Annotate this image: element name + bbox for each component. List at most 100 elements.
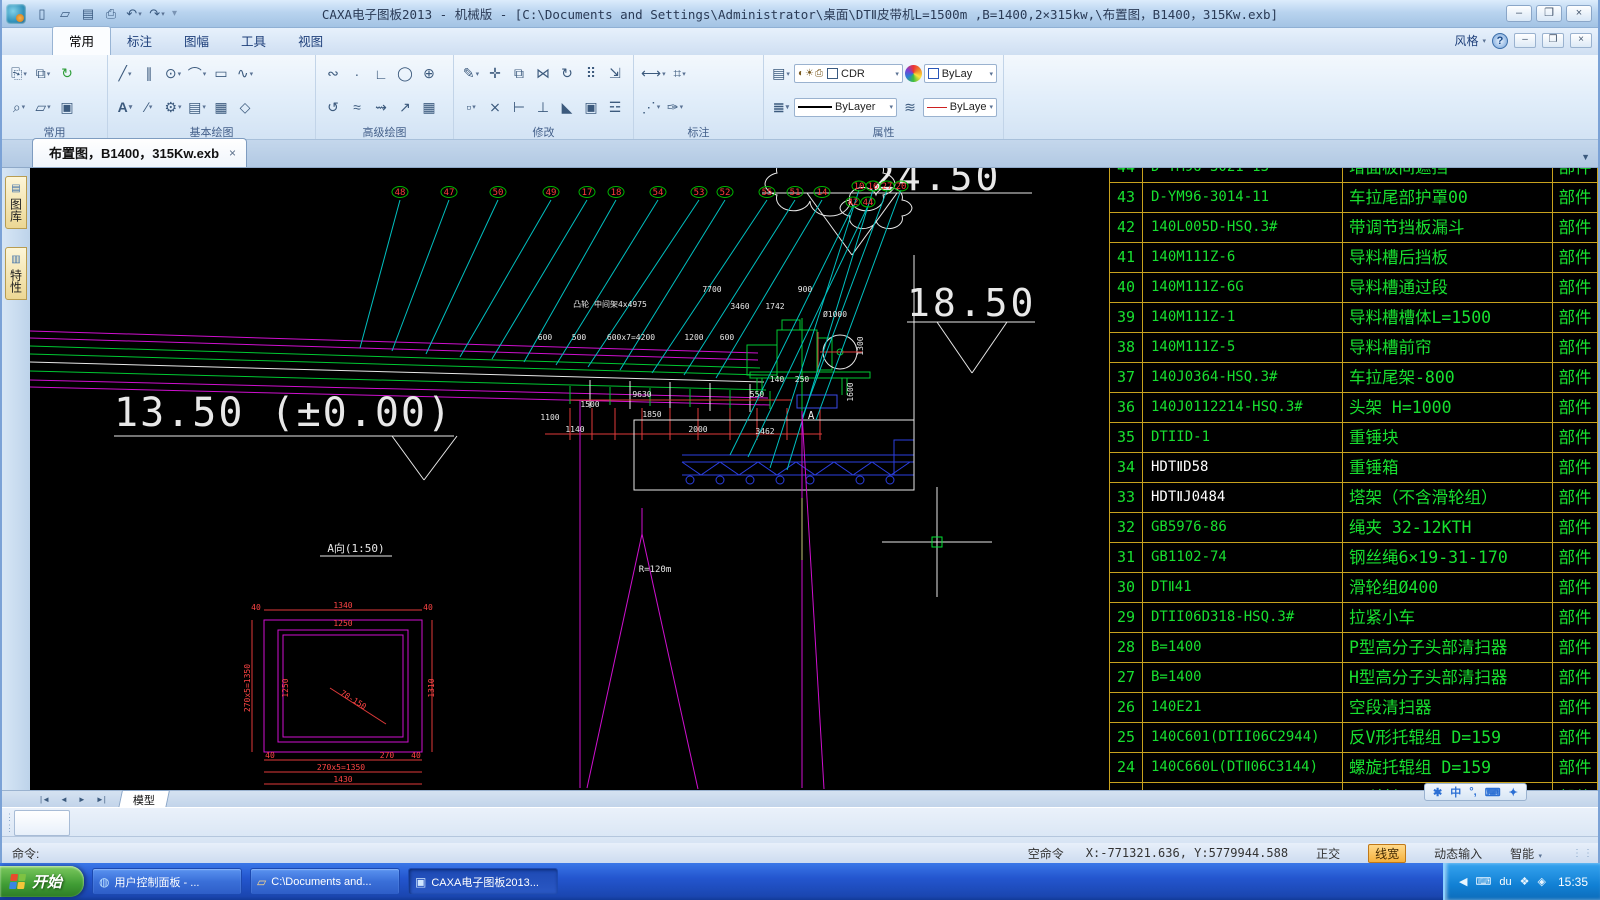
layer-tool[interactable]: ▤▾ (770, 63, 792, 85)
ime-settings-icon[interactable]: ✦ (1509, 786, 1518, 799)
hatch-tool[interactable]: ▦ (210, 96, 232, 118)
formula-tool[interactable]: ⇝ (370, 96, 392, 118)
line-tool[interactable]: ╱▾ (114, 63, 136, 85)
tab-close-icon[interactable]: × (229, 146, 236, 160)
circle-tool[interactable]: ⊙▾ (162, 63, 184, 85)
array-tool[interactable]: ⠿ (580, 63, 602, 85)
point-tool[interactable]: ∙ (346, 63, 368, 85)
redo-icon[interactable]: ↷▾ (147, 4, 167, 24)
symbol-tool[interactable]: ▤▾ (186, 96, 208, 118)
color-wheel-icon[interactable] (905, 65, 922, 82)
paste-button[interactable]: ⎘▾ (8, 63, 30, 85)
block-tool[interactable]: ⚙▾ (162, 96, 184, 118)
stretch-tool[interactable]: ▫▾ (460, 96, 482, 118)
ime-toolbar[interactable]: ✱ 中 °, ⌨ ✦ (1424, 783, 1527, 801)
tab-view[interactable]: 视图 (282, 27, 339, 55)
command-panel[interactable]: ⋮⋮ (2, 807, 1598, 843)
tab-tools[interactable]: 工具 (225, 27, 282, 55)
start-button[interactable]: 开始 (0, 866, 84, 897)
ime-keyboard-icon[interactable]: ⌨ (1485, 786, 1501, 799)
parallel-tool[interactable]: ∥ (138, 63, 160, 85)
ime-punct-icon[interactable]: °, (1469, 786, 1476, 798)
style-menu[interactable]: 风格▾ (1454, 32, 1486, 49)
new-file-icon[interactable]: ▯ (32, 4, 52, 24)
doc-restore-button[interactable]: ❐ (1542, 33, 1564, 48)
table-tool[interactable]: ▦ (418, 96, 440, 118)
ortho-toggle[interactable]: 正交 (1310, 845, 1346, 862)
mirror-tool[interactable]: ⋈ (532, 63, 554, 85)
tab-list-dropdown-icon[interactable]: ▼ (1581, 152, 1590, 162)
ime-tray-label[interactable]: du (1499, 876, 1511, 888)
linetype-combo[interactable]: ByLayer▾ (794, 98, 897, 117)
ellipse-tool[interactable]: ◯ (394, 63, 416, 85)
taskbar-item-control-panel[interactable]: ◍ 用户控制面板 - ... (92, 868, 242, 895)
extend-tool[interactable]: ⊢ (508, 96, 530, 118)
save-icon[interactable]: ▤ (78, 4, 98, 24)
app-logo-icon[interactable] (6, 4, 26, 24)
tab-common[interactable]: 常用 (52, 26, 111, 55)
label-tool[interactable]: ⌗▾ (669, 63, 691, 85)
command-prompt[interactable]: 命令: (12, 845, 39, 862)
dynamic-input-toggle[interactable]: 动态输入 (1428, 845, 1488, 862)
drawing-canvas[interactable]: 24.50 18.50 13.50 (±0.00) (30, 168, 1598, 790)
arc-tool[interactable]: ⌒▾ (186, 63, 208, 85)
revolve-tool[interactable]: ↺ (322, 96, 344, 118)
model-tab[interactable]: 模型 (118, 790, 170, 809)
explode-tool[interactable]: ☲ (604, 96, 626, 118)
tab-sheet[interactable]: 图幅 (168, 27, 225, 55)
dim-edit-tool[interactable]: ✑▾ (664, 96, 686, 118)
print-icon[interactable]: ⎙ (101, 4, 121, 24)
open-file-icon[interactable]: ▱ (55, 4, 75, 24)
text-tool[interactable]: A▾ (114, 96, 136, 118)
break-tool[interactable]: ⊥ (532, 96, 554, 118)
spline-tool[interactable]: ∿▾ (234, 63, 256, 85)
rotate-tool[interactable]: ↻ (556, 63, 578, 85)
wave-tool[interactable]: ≈ (346, 96, 368, 118)
move-tool[interactable]: ✛ (484, 63, 506, 85)
volume-icon[interactable]: ❖ (1520, 875, 1530, 888)
restore-button[interactable]: ❐ (1536, 5, 1562, 22)
rectangle-tool[interactable]: ▭ (210, 63, 232, 85)
linestyle-tool[interactable]: ≋ (899, 96, 921, 118)
tab-annotate[interactable]: 标注 (111, 27, 168, 55)
tray-collapse-icon[interactable]: ◀ (1459, 875, 1467, 888)
sidebar-tab-properties[interactable]: ▥ 特性 (5, 247, 27, 300)
copy-obj-tool[interactable]: ⧉ (508, 63, 530, 85)
contour-tool[interactable]: ◇ (234, 96, 256, 118)
make-block-tool[interactable]: ▣ (580, 96, 602, 118)
refresh-button[interactable]: ↻ (56, 63, 78, 85)
axis-tool[interactable]: ∟ (370, 63, 392, 85)
chamfer-tool[interactable]: ◣ (556, 96, 578, 118)
help-icon[interactable]: ? (1492, 33, 1508, 49)
close-button[interactable]: × (1566, 5, 1592, 22)
layer-combo[interactable]: ◐☀⎙ CDR▾ (794, 64, 903, 83)
linecolor-combo[interactable]: ByLaye▾ (923, 98, 997, 117)
prev-sheet-icon[interactable]: ◄ (56, 795, 72, 804)
linewidth-toggle[interactable]: 线宽 (1368, 844, 1406, 863)
undo-icon[interactable]: ↶▾ (124, 4, 144, 24)
scale-tool[interactable]: ⇲ (604, 63, 626, 85)
document-tab[interactable]: 布置图，B1400，315Kw.exb × (32, 138, 247, 167)
display-button[interactable]: ▣ (56, 96, 78, 118)
first-sheet-icon[interactable]: |◄ (36, 795, 54, 804)
snap-mode-dropdown[interactable]: 智能 ▾ (1510, 845, 1542, 862)
minimize-button[interactable]: – (1506, 5, 1532, 22)
linewidth-tool[interactable]: ≣▾ (770, 96, 792, 118)
arrow-tool[interactable]: ↗ (394, 96, 416, 118)
doc-minimize-button[interactable]: – (1514, 33, 1536, 48)
qat-customize-icon[interactable]: ▾ (172, 8, 177, 19)
zoom-button[interactable]: ⌕▾ (8, 96, 30, 118)
sidebar-tab-library[interactable]: ▤ 图库 (5, 176, 27, 229)
centerline-tool[interactable]: ∕▾ (138, 96, 160, 118)
curve-tool[interactable]: ∾ (322, 63, 344, 85)
panel-drag-handle[interactable]: ⋮⋮ (5, 812, 13, 834)
erase-tool[interactable]: ✎▾ (460, 63, 482, 85)
next-sheet-icon[interactable]: ► (74, 795, 90, 804)
dimension-tool[interactable]: ⟷▾ (640, 63, 667, 85)
trim-tool[interactable]: ⨯ (484, 96, 506, 118)
polygon-tool[interactable]: ⊕ (418, 63, 440, 85)
ime-lang-indicator[interactable]: 中 (1450, 784, 1461, 800)
doc-close-button[interactable]: × (1570, 33, 1592, 48)
coord-dim-tool[interactable]: ⋰▾ (640, 96, 662, 118)
network-icon[interactable]: ◈ (1538, 875, 1546, 888)
